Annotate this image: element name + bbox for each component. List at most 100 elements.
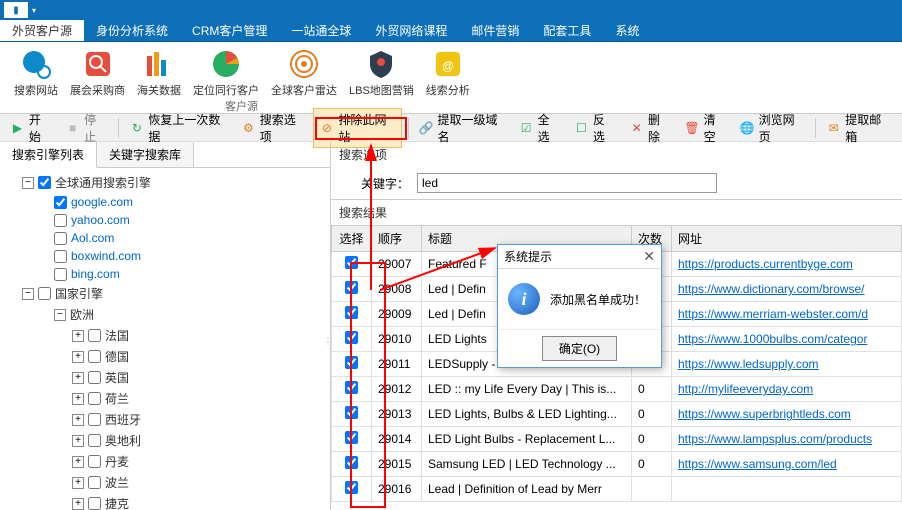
expand-icon[interactable]: + — [72, 456, 84, 468]
extract-domain-button[interactable]: 🔗提取一级域名 — [412, 109, 510, 147]
expand-icon[interactable]: + — [72, 330, 84, 342]
row-checkbox[interactable] — [345, 331, 358, 344]
result-url-link[interactable]: https://www.superbrightleds.com — [678, 407, 851, 421]
menu-crm[interactable]: CRM客户管理 — [180, 20, 279, 41]
tree-node-country-item[interactable]: +西班牙 — [4, 409, 326, 430]
menu-global[interactable]: 一站通全球 — [279, 20, 363, 41]
checkbox[interactable] — [88, 497, 101, 510]
start-button[interactable]: ▶开始 — [4, 109, 57, 147]
expand-icon[interactable]: + — [72, 393, 84, 405]
tree-node-country-item[interactable]: +英国 — [4, 367, 326, 388]
col-select[interactable]: 选择 — [332, 226, 372, 252]
stop-button[interactable]: ■停止 — [59, 109, 112, 147]
result-url-link[interactable]: https://products.currentbyge.com — [678, 257, 853, 271]
checkbox[interactable] — [88, 329, 101, 342]
search-options-button[interactable]: ⚙搜索选项 — [235, 109, 311, 147]
row-checkbox[interactable] — [345, 256, 358, 269]
checkbox[interactable] — [38, 287, 51, 300]
ok-button[interactable]: 确定(O) — [542, 336, 617, 361]
keyword-input[interactable] — [417, 173, 717, 193]
row-checkbox[interactable] — [345, 381, 358, 394]
tree-node-country-item[interactable]: +奥地利 — [4, 430, 326, 451]
collapse-icon[interactable]: − — [54, 309, 66, 321]
result-url-link[interactable]: https://www.merriam-webster.com/d — [678, 307, 868, 321]
expand-icon[interactable]: + — [72, 372, 84, 384]
expand-icon[interactable]: + — [72, 414, 84, 426]
table-row[interactable]: 29015 Samsung LED | LED Technology ... 0… — [332, 452, 902, 477]
expand-icon[interactable]: + — [72, 477, 84, 489]
result-url-link[interactable]: https://www.ledsupply.com — [678, 357, 819, 371]
ribbon-customs[interactable]: 海关数据 — [131, 46, 187, 100]
tree-node-engine[interactable]: boxwind.com — [4, 247, 326, 265]
result-url-link[interactable]: https://www.1000bulbs.com/categor — [678, 332, 867, 346]
tree-node-engine[interactable]: bing.com — [4, 265, 326, 283]
expand-icon[interactable]: + — [72, 498, 84, 510]
row-checkbox[interactable] — [345, 281, 358, 294]
tree-node-global[interactable]: − 全球通用搜索引擎 — [4, 172, 326, 193]
checkbox[interactable] — [88, 371, 101, 384]
checkbox[interactable] — [38, 176, 51, 189]
tree-node-europe[interactable]: − 欧洲 — [4, 304, 326, 325]
result-url-link[interactable]: https://www.lampsplus.com/products — [678, 432, 872, 446]
ribbon-radar[interactable]: 全球客户雷达 — [265, 46, 343, 100]
checkbox[interactable] — [88, 413, 101, 426]
result-url-link[interactable]: http://mylifeeveryday.com — [678, 382, 813, 396]
collapse-icon[interactable]: − — [22, 288, 34, 300]
titlebar-dropdown-icon[interactable]: ▾ — [32, 6, 36, 15]
browse-button[interactable]: 🌐浏览网页 — [734, 109, 810, 147]
collapse-icon[interactable]: − — [22, 177, 34, 189]
restore-button[interactable]: ↻恢复上一次数据 — [123, 109, 232, 147]
table-row[interactable]: 29013 LED Lights, Bulbs & LED Lighting..… — [332, 402, 902, 427]
ribbon-exhibition[interactable]: 展会采购商 — [64, 46, 131, 100]
clear-button[interactable]: 🗑清空 — [678, 109, 731, 147]
checkbox[interactable] — [88, 392, 101, 405]
row-checkbox[interactable] — [345, 406, 358, 419]
menu-system[interactable]: 系统 — [603, 20, 651, 41]
tree-node-country-item[interactable]: +荷兰 — [4, 388, 326, 409]
extract-mail-button[interactable]: ✉提取邮箱 — [820, 109, 896, 147]
menu-identity[interactable]: 身份分析系统 — [84, 20, 180, 41]
ribbon-lead[interactable]: @ 线索分析 — [420, 46, 476, 100]
expand-icon[interactable]: + — [72, 435, 84, 447]
tree-node-country-item[interactable]: +波兰 — [4, 472, 326, 493]
tree-node-engine[interactable]: google.com — [4, 193, 326, 211]
row-checkbox[interactable] — [345, 481, 358, 494]
menu-tools[interactable]: 配套工具 — [531, 20, 603, 41]
select-all-button[interactable]: ☑全选 — [513, 109, 566, 147]
ribbon-lbs[interactable]: LBS地图营销 — [343, 46, 420, 100]
row-checkbox[interactable] — [345, 431, 358, 444]
menu-courses[interactable]: 外贸网络课程 — [363, 20, 459, 41]
checkbox[interactable] — [88, 434, 101, 447]
col-url[interactable]: 网址 — [672, 226, 902, 252]
table-row[interactable]: 29014 LED Light Bulbs - Replacement L...… — [332, 427, 902, 452]
result-url-link[interactable]: https://www.samsung.com/led — [678, 457, 837, 471]
tree-node-country-item[interactable]: +捷克 — [4, 493, 326, 510]
checkbox[interactable] — [54, 196, 67, 209]
expand-icon[interactable]: + — [72, 351, 84, 363]
table-row[interactable]: 29016 Lead | Definition of Lead by Merr — [332, 477, 902, 502]
table-row[interactable]: 29012 LED :: my Life Every Day | This is… — [332, 377, 902, 402]
row-checkbox[interactable] — [345, 456, 358, 469]
checkbox[interactable] — [54, 268, 67, 281]
delete-button[interactable]: ✕删除 — [623, 109, 676, 147]
tree-node-country-item[interactable]: +德国 — [4, 346, 326, 367]
checkbox[interactable] — [54, 250, 67, 263]
close-icon[interactable]: ✕ — [643, 248, 655, 265]
tree-node-engine[interactable]: Aol.com — [4, 229, 326, 247]
ribbon-search-site[interactable]: 搜索网站 — [8, 46, 64, 100]
checkbox[interactable] — [54, 232, 67, 245]
menu-customer-source[interactable]: 外贸客户源 — [0, 20, 84, 41]
row-checkbox[interactable] — [345, 356, 358, 369]
ribbon-competitor[interactable]: 定位同行客户 — [187, 46, 265, 100]
tree-node-country[interactable]: − 国家引擎 — [4, 283, 326, 304]
invert-button[interactable]: ☐反选 — [568, 109, 621, 147]
col-order[interactable]: 顺序 — [372, 226, 422, 252]
tree-node-country-item[interactable]: +法国 — [4, 325, 326, 346]
checkbox[interactable] — [88, 455, 101, 468]
checkbox[interactable] — [88, 476, 101, 489]
tree-node-engine[interactable]: yahoo.com — [4, 211, 326, 229]
tree-node-country-item[interactable]: +丹麦 — [4, 451, 326, 472]
menu-mail[interactable]: 邮件营销 — [459, 20, 531, 41]
checkbox[interactable] — [54, 214, 67, 227]
result-url-link[interactable]: https://www.dictionary.com/browse/ — [678, 282, 865, 296]
